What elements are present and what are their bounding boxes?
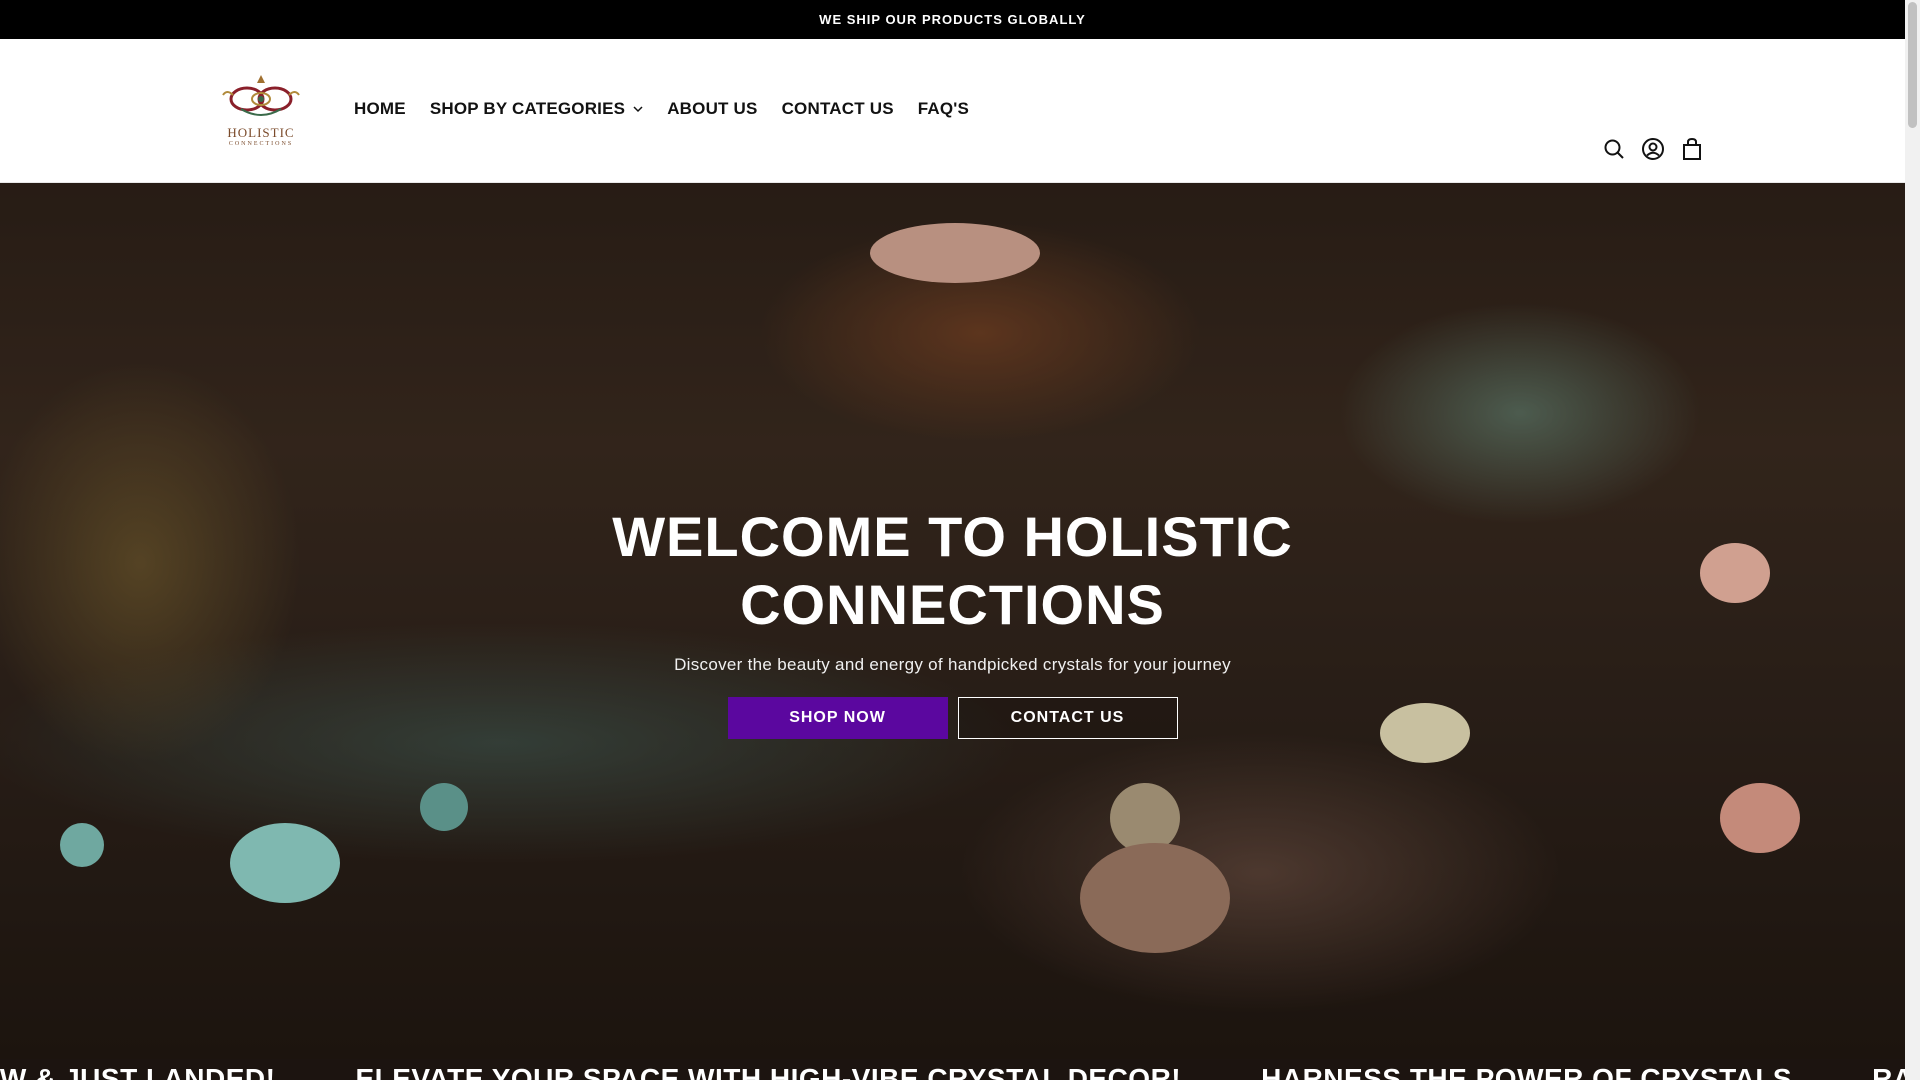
logo-wordmark: HOLISTIC [227, 125, 295, 140]
announcement-text: WE SHIP OUR PRODUCTS GLOBALLY [819, 12, 1086, 27]
nav-faqs[interactable]: FAQ'S [918, 99, 969, 119]
marquee-item: HARNESS THE POWER OF CRYSTALS [1261, 1063, 1793, 1080]
hero-bead [230, 823, 340, 903]
site-header: HOLISTIC CONNECTIONS HOME SHOP BY CATEGO… [0, 39, 1905, 183]
nav-home[interactable]: HOME [354, 99, 406, 119]
announcement-bar: WE SHIP OUR PRODUCTS GLOBALLY [0, 0, 1905, 39]
marquee-item: ELEVATE YOUR SPACE WITH HIGH-VIBE CRYSTA… [355, 1063, 1182, 1080]
search-button[interactable] [1600, 135, 1628, 163]
scrolling-marquee: NEW & JUST LANDED! ELEVATE YOUR SPACE WI… [0, 1059, 1905, 1080]
shop-now-label: SHOP NOW [789, 709, 886, 726]
hero-bead [60, 823, 104, 867]
contact-us-label: CONTACT US [1010, 709, 1125, 726]
chevron-down-icon [633, 106, 643, 113]
header-actions [1600, 135, 1717, 163]
site-logo[interactable]: HOLISTIC CONNECTIONS [206, 69, 316, 153]
logo-emblem-icon [222, 75, 300, 116]
cart-icon [1683, 137, 1701, 160]
hero-content: WELCOME TO HOLISTIC CONNECTIONS Discover… [0, 503, 1905, 739]
nav-shop-by-categories-label: SHOP BY CATEGORIES [429, 99, 626, 118]
contact-us-button[interactable]: CONTACT US [957, 697, 1178, 739]
account-button[interactable] [1639, 135, 1667, 163]
shop-now-button[interactable]: SHOP NOW [727, 697, 948, 739]
hero-buttons: SHOP NOW CONTACT US [727, 697, 1178, 739]
hero-bead [1720, 783, 1800, 853]
nav-contact-us[interactable]: CONTACT US [782, 99, 894, 119]
page-scrollbar[interactable] [1905, 0, 1920, 1080]
account-icon [1642, 138, 1664, 160]
nav-about-us[interactable]: ABOUT US [667, 99, 757, 119]
marquee-item: RARE & UNIQUE CRYSTALS JUST LANDED! [1872, 1063, 1905, 1080]
hero-title: WELCOME TO HOLISTIC CONNECTIONS [612, 505, 1293, 636]
marquee-item: NEW & JUST LANDED! [0, 1063, 276, 1080]
hero-bead [870, 223, 1040, 283]
logo-subtitle: CONNECTIONS [228, 141, 294, 147]
hero-bead [420, 783, 468, 831]
marquee-track: NEW & JUST LANDED! ELEVATE YOUR SPACE WI… [0, 1065, 1905, 1080]
nav-faqs-label: FAQ'S [917, 99, 970, 118]
scrollbar-thumb[interactable] [1908, 2, 1917, 128]
main-nav: HOME SHOP BY CATEGORIES ABOUT US CONTACT… [354, 99, 993, 119]
hero-bead [1080, 843, 1230, 953]
nav-shop-by-categories[interactable]: SHOP BY CATEGORIES [430, 99, 643, 119]
hero-banner: WELCOME TO HOLISTIC CONNECTIONS Discover… [0, 183, 1905, 1059]
hero-subtitle: Discover the beauty and energy of handpi… [674, 655, 1231, 674]
cart-button[interactable] [1678, 135, 1706, 163]
nav-about-us-label: ABOUT US [667, 99, 758, 118]
nav-contact-us-label: CONTACT US [781, 99, 894, 118]
nav-home-label: HOME [354, 99, 406, 118]
search-icon [1604, 139, 1624, 159]
